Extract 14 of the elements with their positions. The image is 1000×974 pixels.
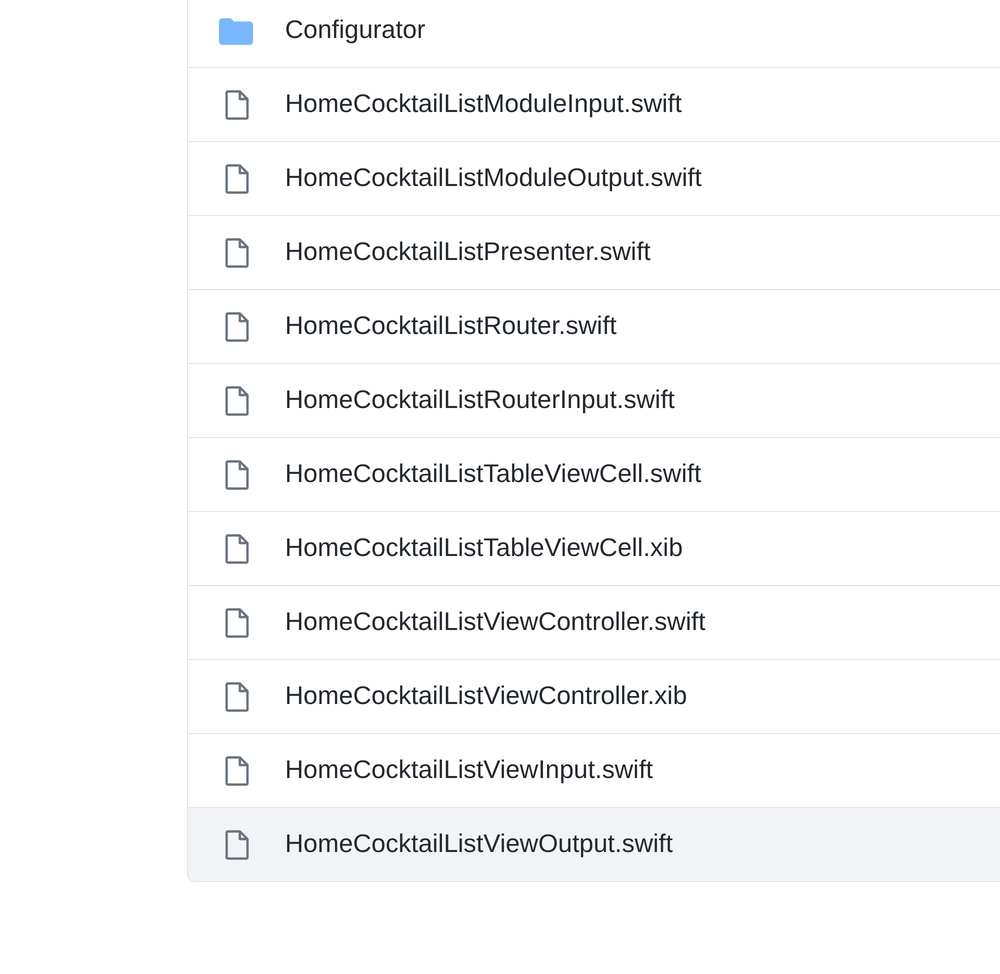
file-name-link[interactable]: HomeCocktailListViewOutput.swift — [285, 830, 673, 859]
file-name-link[interactable]: HomeCocktailListViewController.swift — [285, 608, 706, 637]
folder-icon — [219, 16, 253, 46]
file-name-link[interactable]: Configurator — [285, 16, 426, 45]
file-name-link[interactable]: HomeCocktailListPresenter.swift — [285, 238, 651, 267]
file-name-link[interactable]: HomeCocktailListTableViewCell.xib — [285, 534, 683, 563]
file-name-link[interactable]: HomeCocktailListModuleInput.swift — [285, 90, 682, 119]
file-name-link[interactable]: HomeCocktailListRouter.swift — [285, 312, 617, 341]
file-name-link[interactable]: HomeCocktailListViewController.xib — [285, 682, 688, 711]
file-row[interactable]: HomeCocktailListViewOutput.swift — [188, 807, 1000, 881]
file-name-link[interactable]: HomeCocktailListModuleOutput.swift — [285, 164, 702, 193]
file-name-link[interactable]: HomeCocktailListViewInput.swift — [285, 756, 654, 785]
file-name-link[interactable]: HomeCocktailListRouterInput.swift — [285, 386, 675, 415]
file-name-link[interactable]: HomeCocktailListTableViewCell.swift — [285, 460, 702, 489]
